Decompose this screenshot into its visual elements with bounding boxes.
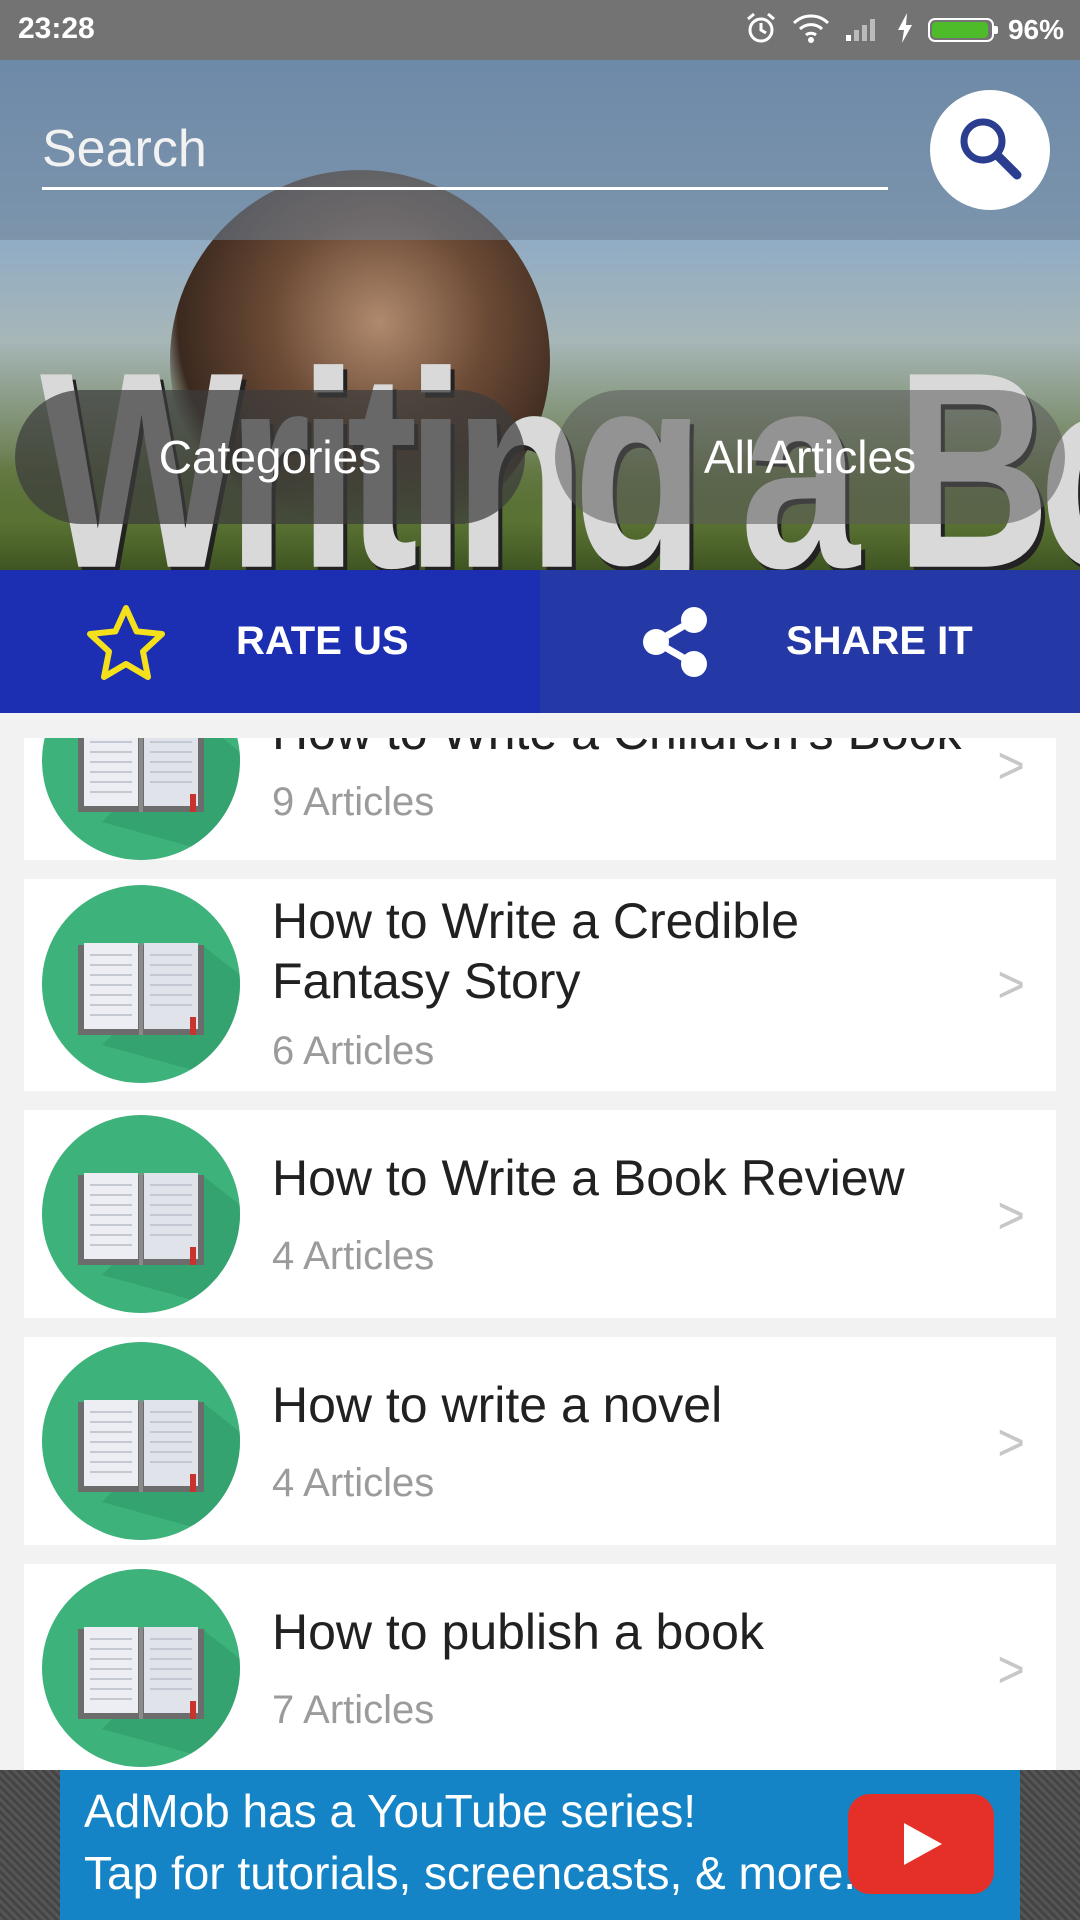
categories-label: Categories [158, 431, 382, 483]
book-icon [42, 1569, 240, 1767]
search-input[interactable] [42, 110, 888, 190]
categories-button[interactable]: Categories [15, 390, 525, 524]
status-icons: 96% [744, 10, 1064, 50]
charging-icon [896, 12, 914, 49]
book-icon [42, 885, 240, 1083]
list-item-title: How to publish a book [272, 1604, 764, 1660]
ad-line-1: AdMob has a YouTube series! [84, 1785, 697, 1837]
share-it-label: SHARE IT [786, 619, 973, 663]
chevron-right-icon: > [997, 956, 1025, 1014]
action-bar: RATE US SHARE IT [0, 570, 1080, 713]
list-item-title: How to Write a Book Review [272, 1150, 905, 1206]
wifi-icon [792, 13, 830, 48]
book-icon [42, 1342, 240, 1540]
chevron-right-icon: > [997, 1414, 1025, 1472]
youtube-play-icon [848, 1794, 994, 1894]
all-articles-label: All Articles [703, 431, 917, 483]
list-item[interactable]: How to Write a Children's Book 9 Article… [24, 738, 1056, 860]
book-icon [42, 1115, 240, 1313]
ad-container: AdMob has a YouTube series! Tap for tuto… [0, 1770, 1080, 1920]
alarm-icon [744, 11, 778, 50]
list-item[interactable]: How to Write a Book Review 4 Articles > [24, 1110, 1056, 1318]
status-time: 23:28 [18, 12, 95, 45]
list-item-title: How to Write a Credible Fantasy Story [272, 893, 800, 1009]
search-bar [0, 60, 1080, 240]
chevron-right-icon: > [997, 738, 1025, 795]
share-it-button[interactable]: SHARE IT [540, 570, 1080, 713]
search-icon [955, 113, 1025, 188]
list-item-count: 9 Articles [272, 780, 435, 824]
list-item-title: How to Write a Children's Book [272, 738, 972, 762]
battery-percent: 96% [1007, 14, 1064, 45]
list-item[interactable]: How to write a novel 4 Articles > [24, 1337, 1056, 1545]
list-item-count: 4 Articles [272, 1461, 435, 1505]
ad-line-2: Tap for tutorials, screencasts, & more. [84, 1847, 857, 1899]
signal-icon [844, 13, 882, 48]
rate-us-button[interactable]: RATE US [0, 570, 540, 713]
category-list: How to Write a Children's Book 9 Article… [0, 713, 1080, 1770]
list-item-count: 6 Articles [272, 1029, 435, 1073]
admob-banner[interactable]: AdMob has a YouTube series! Tap for tuto… [60, 1770, 1020, 1920]
rate-us-label: RATE US [236, 619, 409, 663]
share-icon [626, 606, 726, 678]
status-bar: 23:28 96% [0, 0, 1080, 60]
book-icon [42, 738, 240, 860]
list-item[interactable]: How to publish a book 7 Articles > [24, 1564, 1056, 1770]
chevron-right-icon: > [997, 1641, 1025, 1699]
header-banner: Writing a Book Categories All Articles [0, 60, 1080, 570]
all-articles-button[interactable]: All Articles [555, 390, 1065, 524]
list-item-count: 4 Articles [272, 1234, 435, 1278]
search-button[interactable] [930, 90, 1050, 210]
star-icon [76, 604, 176, 680]
chevron-right-icon: > [997, 1187, 1025, 1245]
list-item-count: 7 Articles [272, 1688, 435, 1732]
list-item-title: How to write a novel [272, 1377, 723, 1433]
list-item[interactable]: How to Write a Credible Fantasy Story 6 … [24, 879, 1056, 1091]
battery-icon [927, 18, 998, 42]
